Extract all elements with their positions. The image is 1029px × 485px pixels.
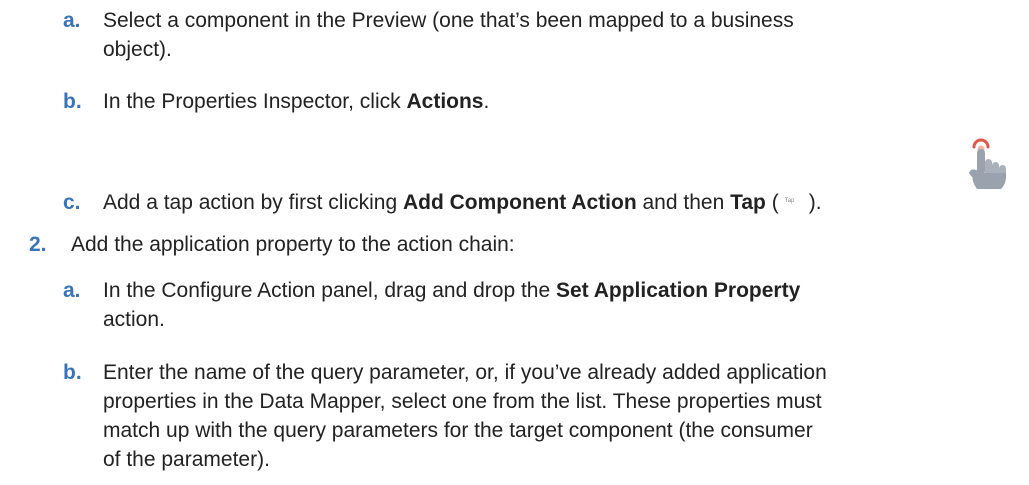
step-text: Add a tap action by first clicking Add C… xyxy=(103,191,822,214)
step-marker: a. xyxy=(63,279,81,302)
step-marker: c. xyxy=(63,191,81,214)
tap-icon: Tap xyxy=(784,198,795,204)
step-text: Select a component in the Preview (one t… xyxy=(103,9,794,61)
ui-term-actions: Actions xyxy=(406,90,484,113)
ui-term-tap: Tap xyxy=(730,191,766,214)
ui-term-set-application-property: Set Application Property xyxy=(556,279,801,302)
step-marker: b. xyxy=(63,361,82,384)
step-text: Add the application property to the acti… xyxy=(71,233,515,256)
step-text: In the Properties Inspector, click Actio… xyxy=(103,90,490,113)
step-marker: 2. xyxy=(29,233,47,256)
step-text: Enter the name of the query parameter, o… xyxy=(103,361,827,471)
tap-gesture-icon xyxy=(969,138,1007,189)
step-marker: a. xyxy=(63,9,81,32)
step-text: In the Configure Action panel, drag and … xyxy=(103,279,801,331)
step-marker: b. xyxy=(63,90,82,113)
ui-term-add-component-action: Add Component Action xyxy=(402,191,637,214)
